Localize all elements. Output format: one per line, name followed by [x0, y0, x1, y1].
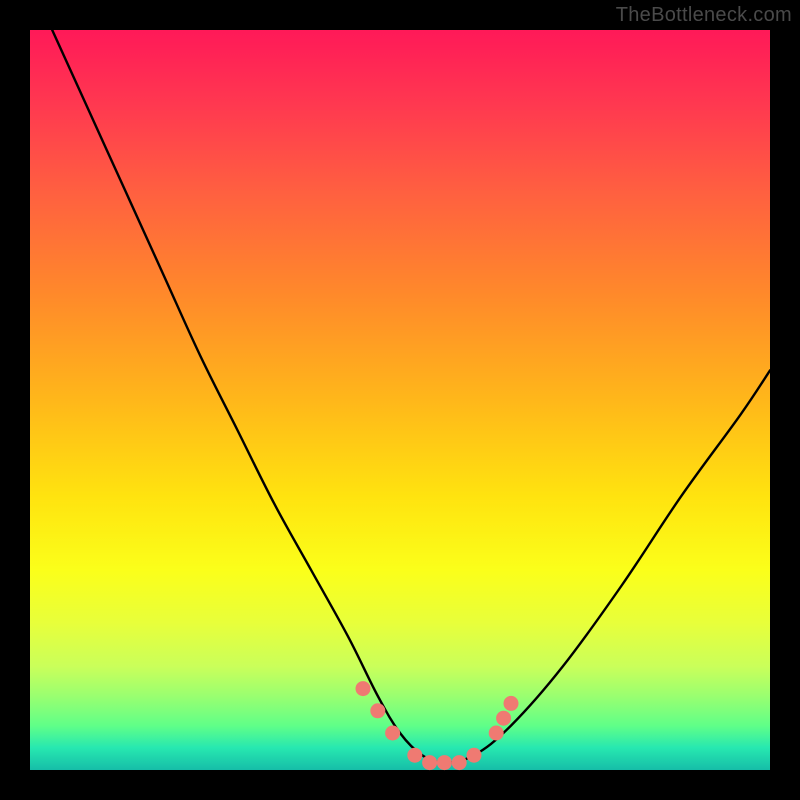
highlight-dot: [385, 726, 400, 741]
chart-frame: TheBottleneck.com: [0, 0, 800, 800]
curve-layer: [30, 30, 770, 770]
highlight-dot: [437, 755, 452, 770]
highlight-dot: [356, 681, 371, 696]
highlight-dot: [452, 755, 467, 770]
highlight-dot: [496, 711, 511, 726]
watermark-text: TheBottleneck.com: [616, 4, 792, 27]
highlight-dot: [422, 755, 437, 770]
highlight-dot: [467, 748, 482, 763]
highlight-dot: [370, 703, 385, 718]
highlight-dot: [489, 726, 504, 741]
highlight-dot: [504, 696, 519, 711]
bottleneck-curve: [52, 30, 770, 763]
highlight-dot: [407, 748, 422, 763]
highlight-dots: [356, 681, 519, 770]
plot-area: [30, 30, 770, 770]
